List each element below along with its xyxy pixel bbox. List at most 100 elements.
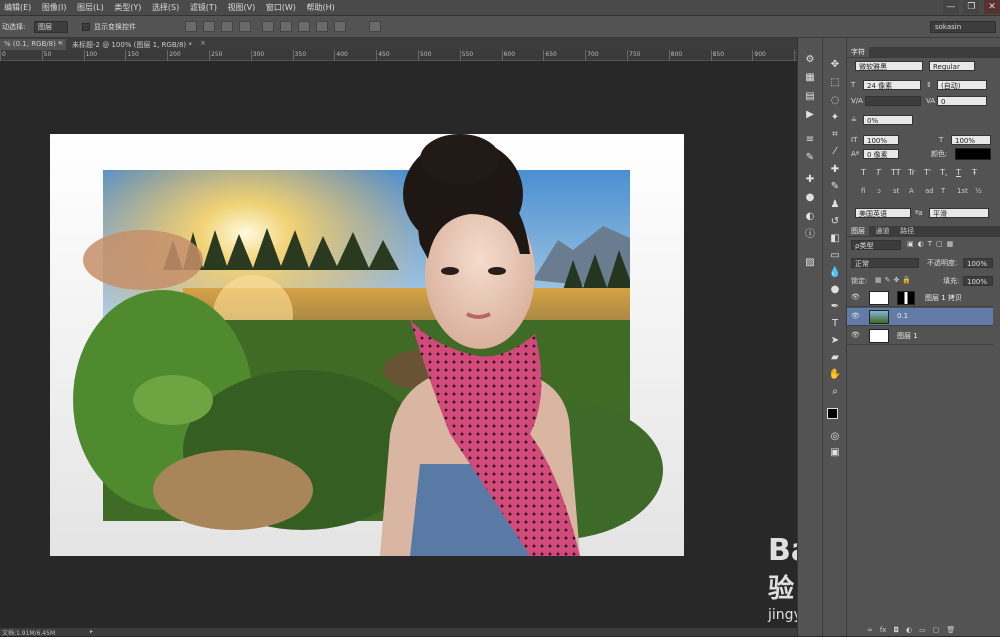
align-left-icon[interactable] [239, 21, 251, 32]
screen-mode-icon[interactable]: ▣ [827, 446, 843, 460]
hand-tool-icon[interactable]: ✋ [827, 368, 843, 382]
ot-discretionary-button[interactable]: st [893, 187, 909, 195]
menu-help[interactable]: 帮助(H) [302, 0, 338, 13]
language-select[interactable]: 美国英语 [855, 208, 911, 218]
foreground-color-swatch[interactable] [827, 408, 838, 419]
opacity-field[interactable]: 100% [963, 258, 993, 268]
scale-field[interactable]: 0% [863, 115, 913, 125]
tab-layers[interactable]: 图层 [847, 226, 869, 236]
clone-source-icon[interactable]: ✎ [802, 151, 818, 165]
layer-row[interactable]: 👁 图层 1 [847, 327, 993, 345]
lock-position-icon[interactable]: ✥ [894, 276, 900, 284]
menu-type[interactable]: 类型(Y) [110, 0, 145, 13]
brush-presets-icon[interactable]: ≡ [802, 133, 818, 147]
magic-wand-icon[interactable]: ✦ [827, 111, 843, 125]
marquee-tool-icon[interactable]: ⬚ [827, 76, 843, 90]
move-tool-icon[interactable]: ✥ [827, 58, 843, 72]
filter-smart-icon[interactable]: ▦ [947, 240, 954, 248]
tracking-field[interactable]: 0 [937, 96, 987, 106]
mask-icon[interactable]: ◘ [893, 626, 899, 634]
filter-adjustment-icon[interactable]: ◐ [918, 240, 924, 248]
layer-row[interactable]: 👁 0.1 [847, 308, 993, 326]
filter-shape-icon[interactable]: ▢ [936, 240, 943, 248]
info-icon[interactable]: ▤ [802, 90, 818, 104]
layer-name[interactable]: 图层 1 拷贝 [925, 293, 962, 303]
visibility-eye-icon[interactable]: 👁 [851, 331, 861, 341]
visibility-eye-icon[interactable]: 👁 [851, 312, 861, 322]
lock-transparency-icon[interactable]: ▦ [875, 276, 882, 284]
subscript-button[interactable]: T, [940, 168, 956, 177]
canvas-workspace[interactable]: Bai ✿ 经验 jingyan.baidu.com [0, 61, 897, 628]
status-arrow-icon[interactable]: ▸ [90, 628, 93, 635]
shape-tool-icon[interactable]: ▰ [827, 351, 843, 365]
zoom-tool-icon[interactable]: ⌕ [827, 385, 843, 399]
align-vcenter-icon[interactable] [203, 21, 215, 32]
new-layer-icon[interactable]: ▢ [933, 626, 940, 634]
distribute-left-icon[interactable] [316, 21, 328, 32]
strikethrough-button[interactable]: Ŧ [972, 168, 986, 177]
notes-icon[interactable]: ▨ [802, 256, 818, 270]
align-bottom-icon[interactable] [221, 21, 233, 32]
brush-tool-icon[interactable]: ✎ [827, 180, 843, 194]
tab-channels[interactable]: 通道 [872, 226, 894, 236]
styles-icon[interactable]: ● [802, 191, 818, 205]
lock-pixels-icon[interactable]: ✎ [885, 276, 891, 284]
auto-align-icon[interactable] [369, 21, 381, 32]
baseline-field[interactable]: 0 像素 [863, 149, 899, 159]
vertical-scale-field[interactable]: 100% [863, 135, 899, 145]
fill-field[interactable]: 100% [963, 276, 993, 286]
text-color-swatch[interactable] [955, 148, 991, 160]
workspace-dropdown[interactable]: sokasin [930, 21, 996, 33]
distribute-vcenter-icon[interactable] [280, 21, 292, 32]
menu-edit[interactable]: 编辑(E) [0, 0, 35, 13]
path-selection-icon[interactable]: ➤ [827, 334, 843, 348]
restore-button[interactable]: ❐ [963, 0, 980, 14]
all-caps-button[interactable]: TT [891, 168, 908, 177]
horizontal-scale-field[interactable]: 100% [951, 135, 991, 145]
layer-name[interactable]: 0.1 [897, 312, 908, 320]
crop-tool-icon[interactable]: ⌗ [827, 128, 843, 142]
tab-doc-2[interactable]: 未标题-2 @ 100% (图层 1, RGB/8) * [68, 39, 208, 50]
menu-filter[interactable]: 滤镜(T) [186, 0, 221, 13]
auto-select-dropdown[interactable]: 图层 [34, 21, 68, 33]
ot-swash-button[interactable]: A [909, 187, 925, 195]
ot-alternates-button[interactable]: ↄ [877, 187, 893, 195]
kerning-field[interactable] [865, 96, 921, 106]
history-brush-icon[interactable]: ↺ [827, 215, 843, 229]
layer-name[interactable]: 图层 1 [897, 331, 918, 341]
dodge-tool-icon[interactable]: ● [827, 283, 843, 297]
history-icon[interactable]: ⚙ [802, 53, 818, 67]
layer-mask-thumbnail[interactable] [897, 291, 915, 305]
filter-type-icon[interactable]: T [928, 240, 932, 248]
properties-icon[interactable]: ⓘ [802, 228, 818, 242]
menu-window[interactable]: 窗口(W) [262, 0, 300, 13]
tab-doc-1[interactable]: % (0.1, RGB/8) * [0, 39, 66, 50]
layer-filter-select[interactable]: ρ类型 [851, 240, 901, 250]
show-transform-checkbox[interactable] [82, 23, 90, 31]
quick-mask-icon[interactable]: ◎ [827, 430, 843, 444]
tab-paths[interactable]: 路径 [896, 226, 918, 236]
distribute-bottom-icon[interactable] [298, 21, 310, 32]
document-canvas[interactable] [50, 134, 684, 556]
ot-ordinals-button[interactable]: 1st [957, 187, 975, 195]
faux-bold-button[interactable]: T [861, 168, 876, 177]
blend-mode-select[interactable]: 正常 [851, 258, 919, 268]
menu-view[interactable]: 视图(V) [224, 0, 260, 13]
eyedropper-icon[interactable]: ⁄ [827, 145, 843, 159]
distribute-top-icon[interactable] [262, 21, 274, 32]
type-tool-icon[interactable]: T [827, 317, 843, 331]
font-size-field[interactable]: 24 像素 [863, 80, 921, 90]
layer-row[interactable]: 👁 图层 1 拷贝 [847, 289, 993, 307]
folder-icon[interactable]: ▭ [919, 626, 926, 634]
visibility-eye-icon[interactable]: 👁 [851, 293, 861, 303]
ot-fractions-button[interactable]: ½ [975, 187, 989, 195]
ot-stylistic-button[interactable]: ad [925, 187, 941, 195]
superscript-button[interactable]: T' [924, 168, 940, 177]
antialias-select[interactable]: 平滑 [929, 208, 989, 218]
fx-icon[interactable]: fx [880, 626, 887, 634]
menu-image[interactable]: 图像(I) [38, 0, 71, 13]
gradient-tool-icon[interactable]: ▭ [827, 249, 843, 263]
histogram-icon[interactable]: ▦ [802, 71, 818, 85]
filter-pixel-icon[interactable]: ▣ [907, 240, 914, 248]
lasso-tool-icon[interactable]: ◌ [827, 94, 843, 108]
